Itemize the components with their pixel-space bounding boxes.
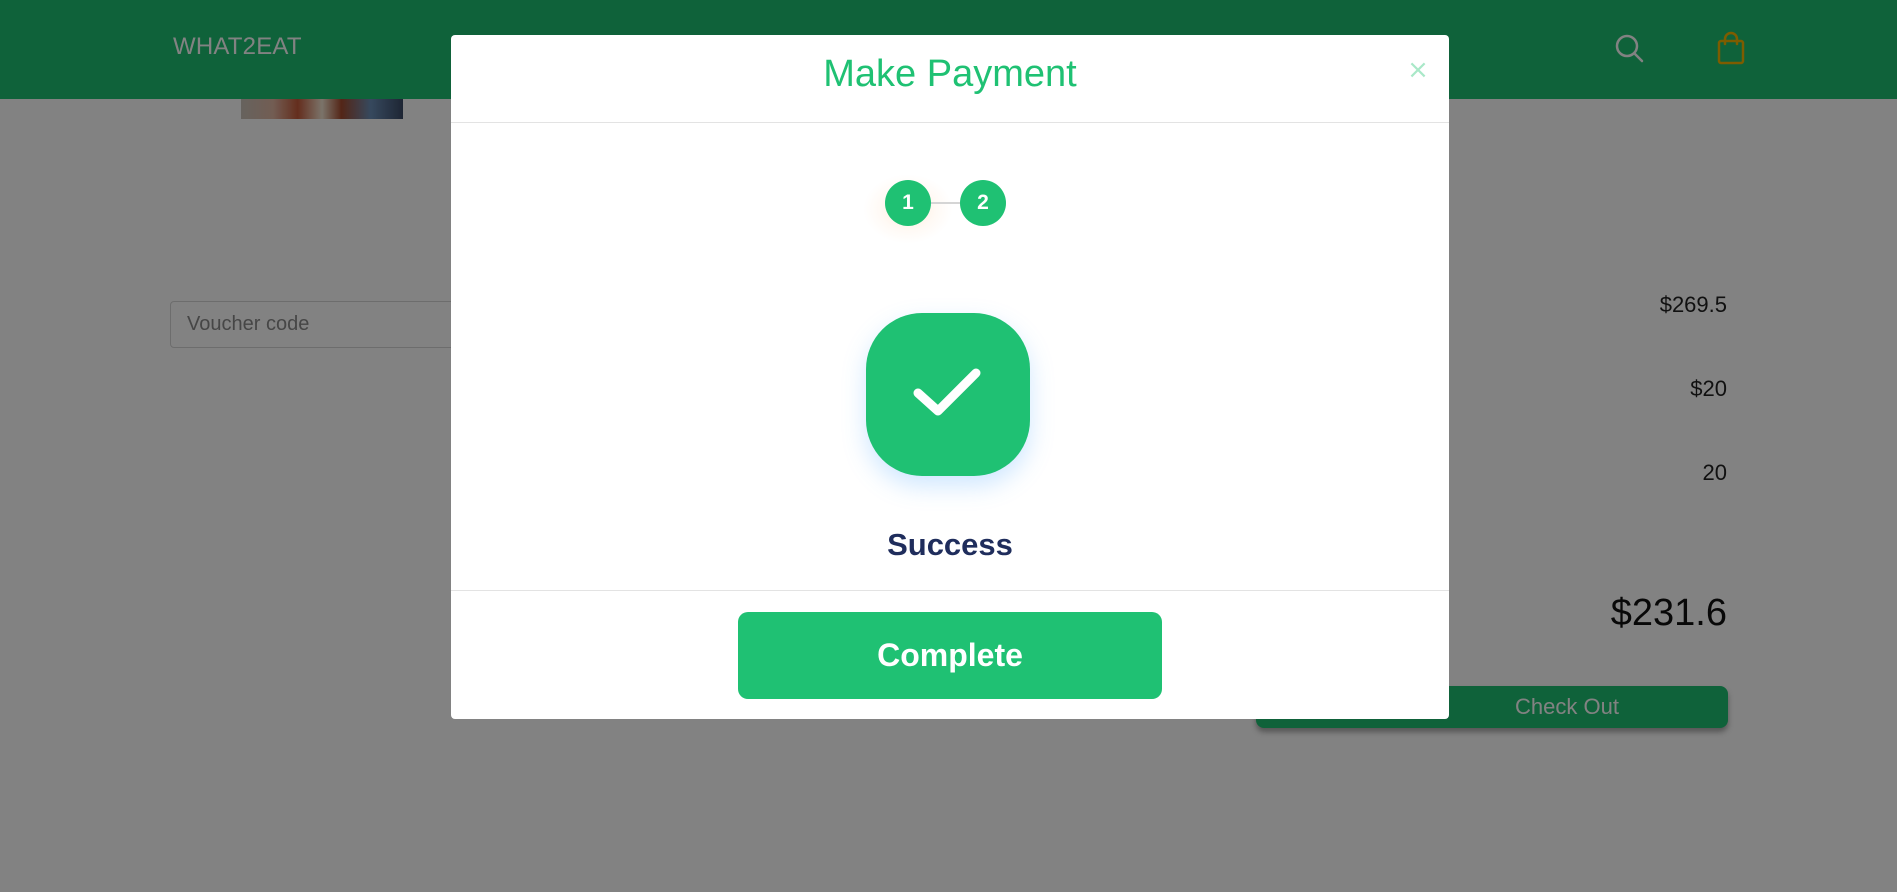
step-2-indicator: 2 (960, 180, 1006, 226)
modal-title: Make Payment (823, 53, 1077, 95)
modal-footer: Complete (451, 590, 1449, 719)
payment-modal: Make Payment × 1 2 Success Complete (451, 35, 1449, 719)
step-connector (931, 202, 960, 204)
close-icon[interactable]: × (1405, 57, 1431, 83)
success-message: Success (887, 527, 1013, 562)
payment-steps: 1 2 (863, 174, 1015, 244)
complete-button[interactable]: Complete (738, 612, 1162, 699)
step-1-indicator: 1 (885, 180, 931, 226)
checkmark-icon (913, 368, 981, 416)
success-badge (866, 313, 1030, 476)
modal-header: Make Payment × (451, 35, 1449, 123)
